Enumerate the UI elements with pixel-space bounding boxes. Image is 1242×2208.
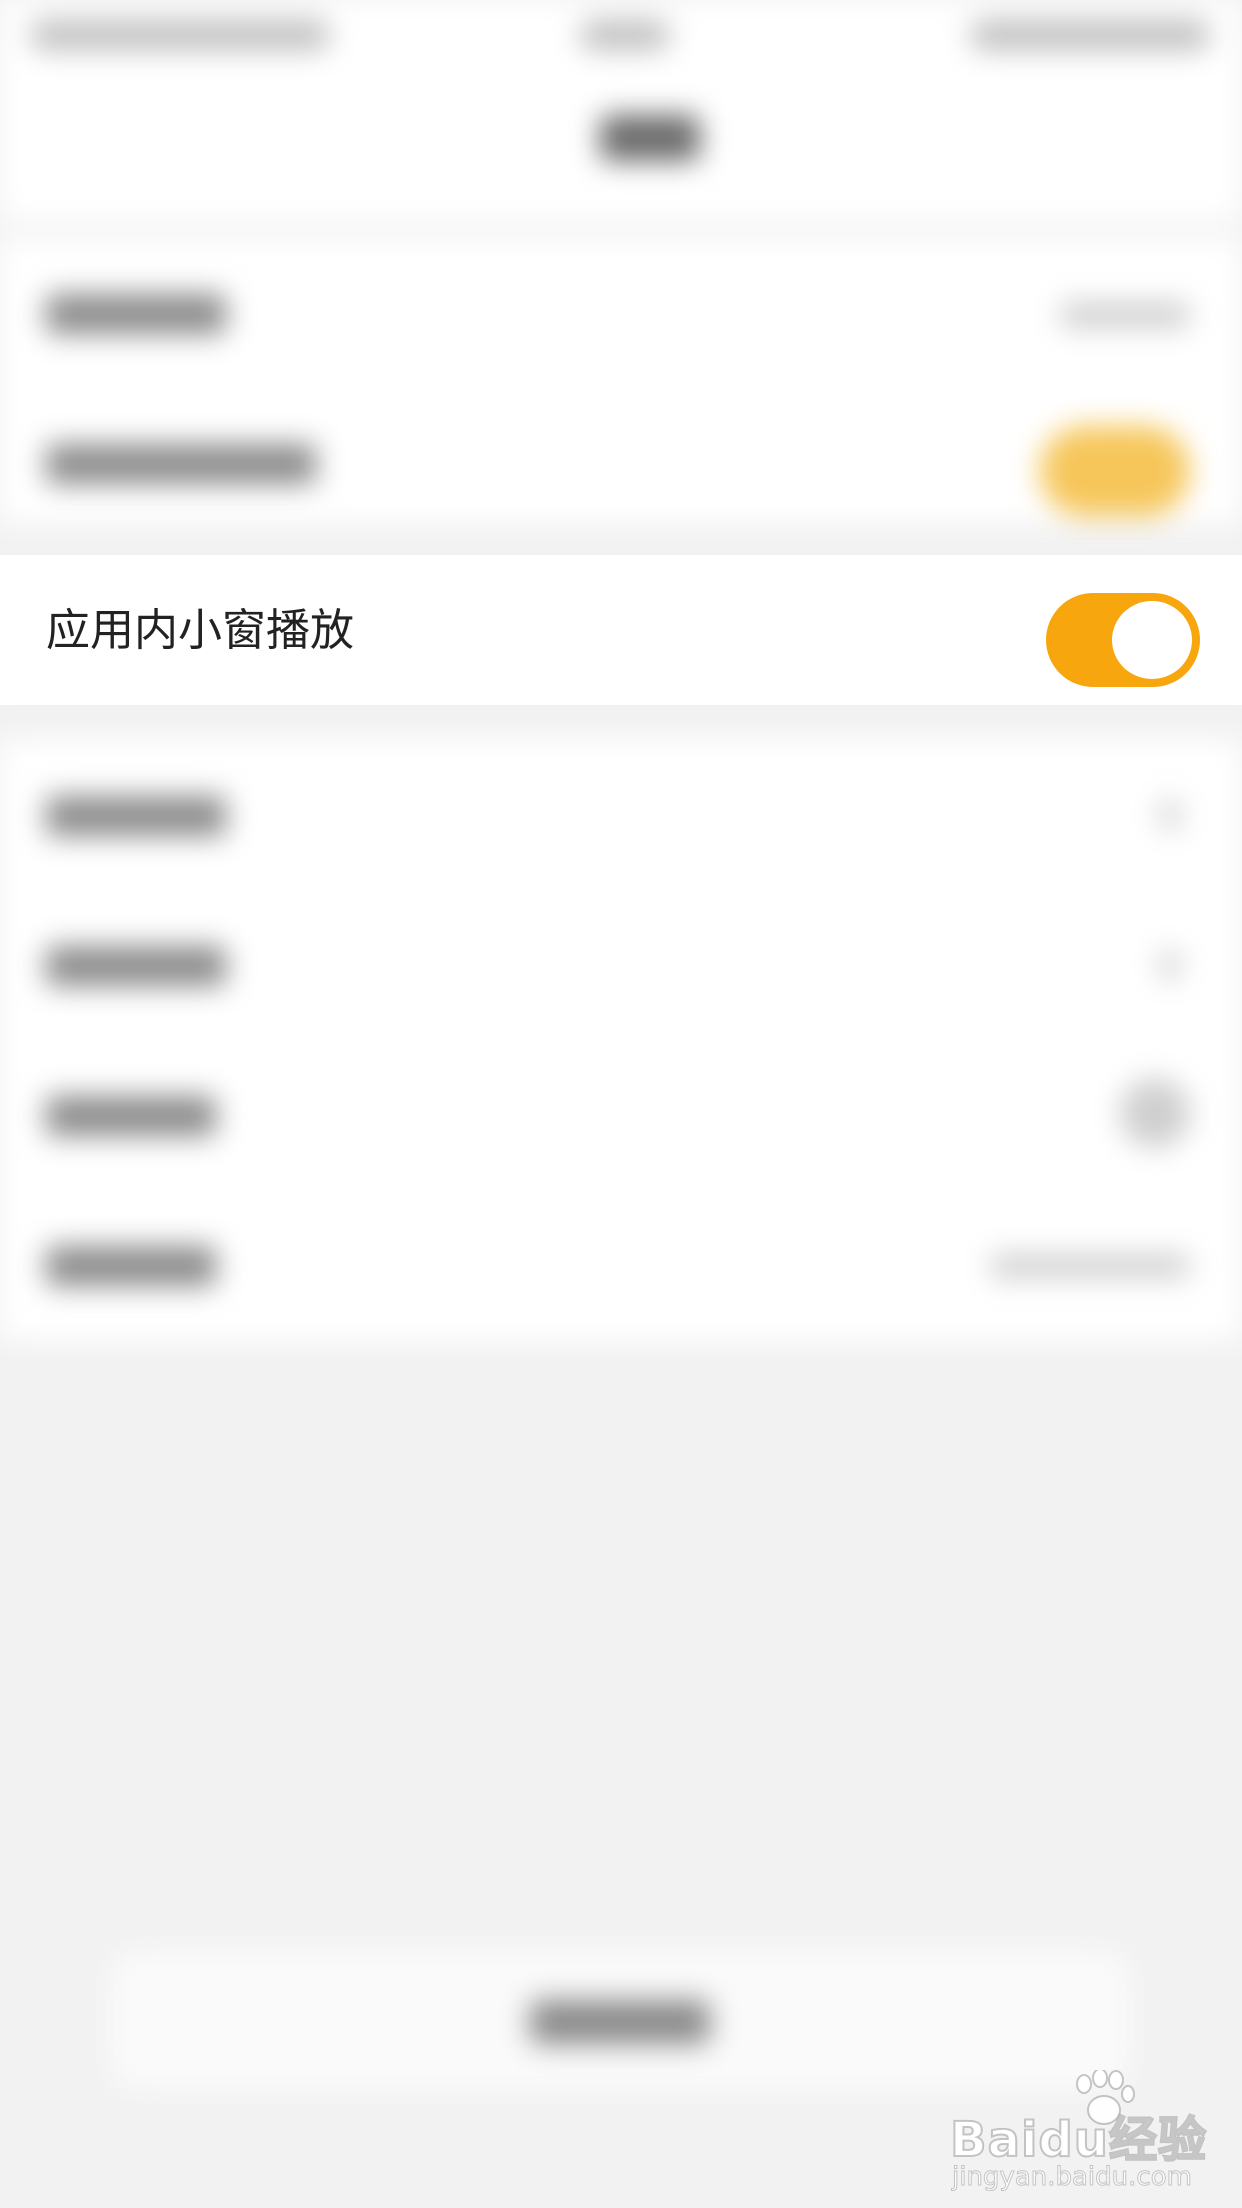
- mini-window-toggle[interactable]: [1046, 593, 1200, 687]
- status-bar: [0, 0, 1242, 70]
- settings-card-bottom: [0, 740, 1242, 1340]
- watermark-brand: Baidu经验: [949, 2111, 1207, 2169]
- setting-row-in-app-mini-window[interactable]: 应用内小窗播放: [0, 555, 1242, 705]
- setting-label: 应用内小窗播放: [46, 605, 354, 656]
- nav-title: [600, 115, 700, 161]
- blurred-row[interactable]: [0, 890, 1242, 1040]
- blurred-toggle[interactable]: [1040, 426, 1190, 516]
- settings-card-top: [0, 238, 1242, 523]
- blurred-row[interactable]: [0, 740, 1242, 890]
- watermark-url: jingyan.baidu.com: [952, 2162, 1193, 2193]
- bottom-action-label: [530, 2000, 710, 2044]
- nav-bar: [0, 70, 1242, 220]
- settings-screen: 应用内小窗播放 Baidu经验 jingyan.baidu.com: [0, 0, 1242, 2208]
- blurred-row[interactable]: [0, 388, 1242, 538]
- blurred-row[interactable]: [0, 238, 1242, 388]
- toggle-knob: [1112, 601, 1192, 679]
- blurred-row[interactable]: [0, 1190, 1242, 1340]
- bottom-action-button[interactable]: [110, 1950, 1130, 2090]
- baidu-jingyan-watermark: Baidu经验 jingyan.baidu.com: [949, 2070, 1230, 2200]
- blurred-background: [0, 0, 1242, 2208]
- blurred-row[interactable]: [0, 1040, 1242, 1190]
